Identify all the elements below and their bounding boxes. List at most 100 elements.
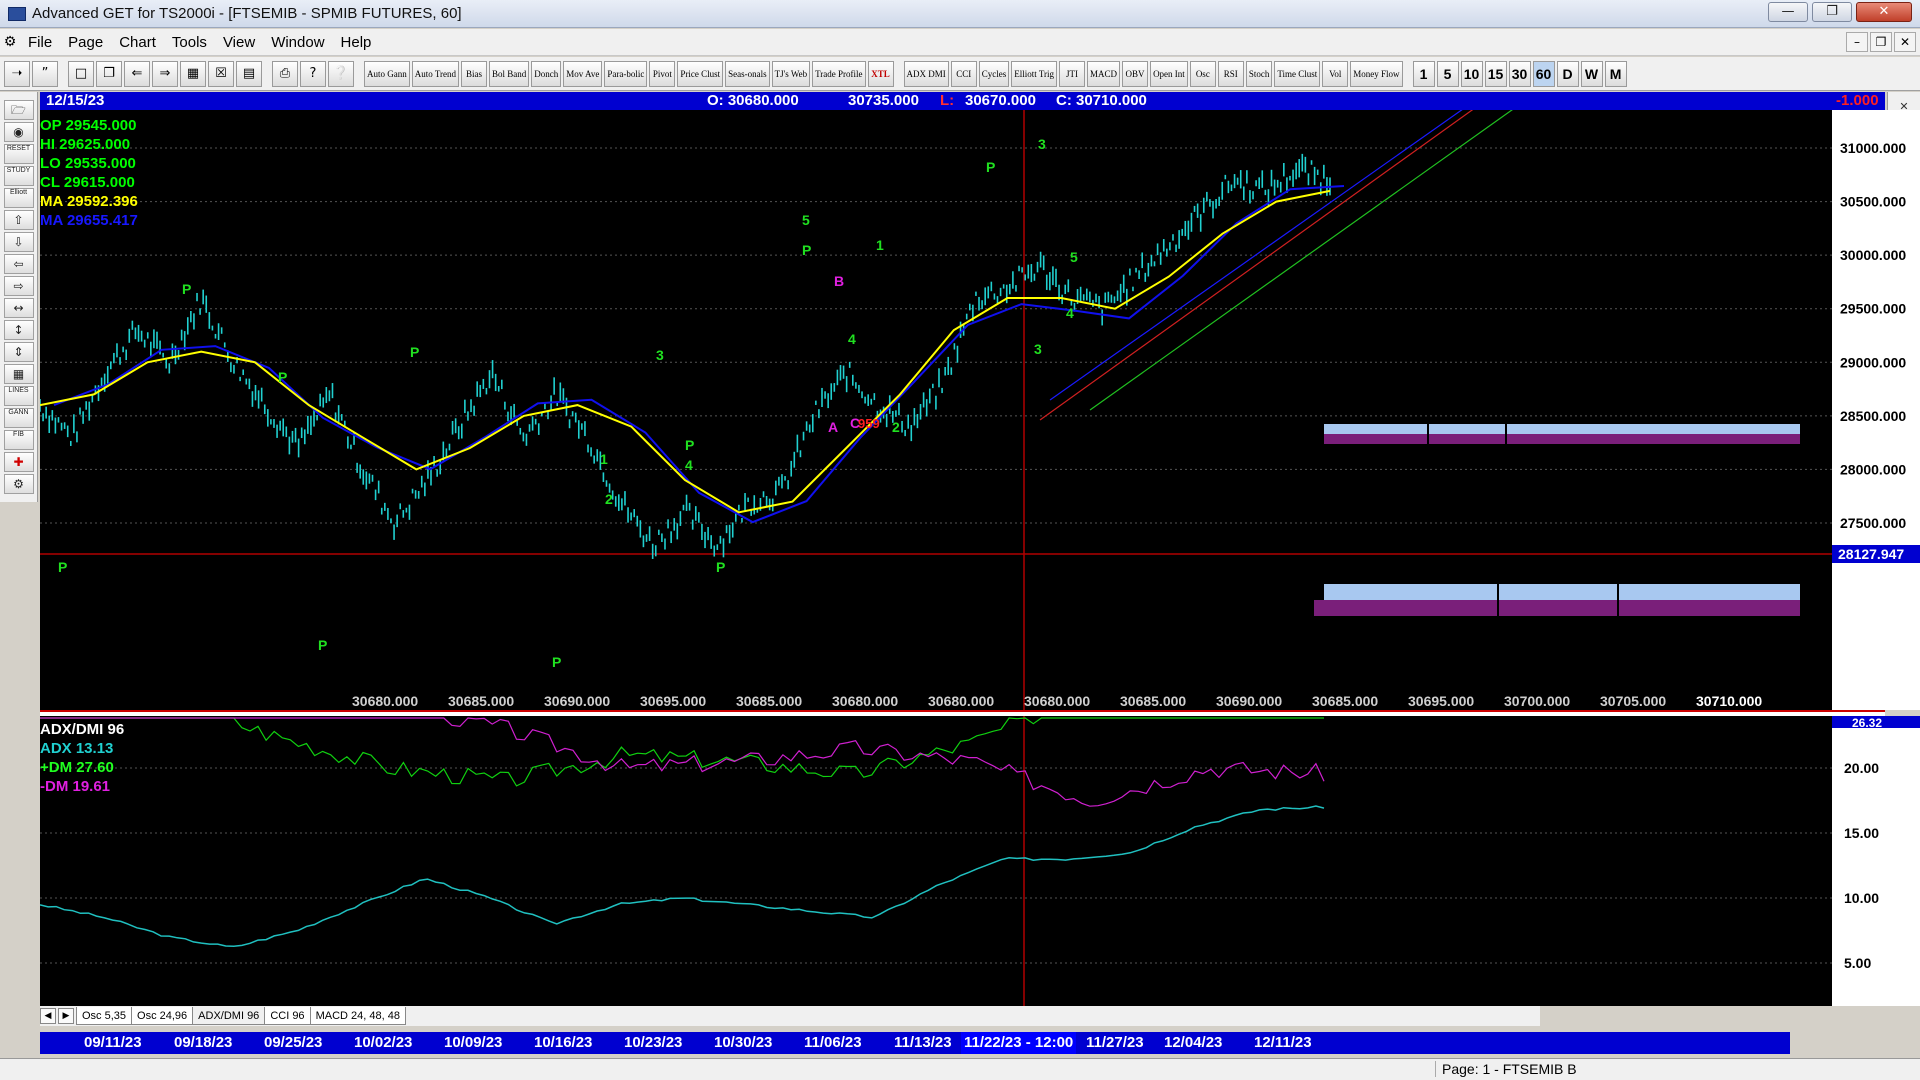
tab-cci-96[interactable]: CCI 96 bbox=[264, 1007, 311, 1025]
price-chart-pane[interactable]: P P P P P P P 1 2 3 P 4 3 5 P A B C 4 1 2 P 3 5 4 959 30680.000 30… bbox=[40, 110, 1920, 710]
compress-horizontal-icon[interactable]: ↕ bbox=[3, 320, 34, 340]
open-folder-icon[interactable]: 🗁 bbox=[3, 100, 34, 120]
period-10-button[interactable]: 10 bbox=[1460, 60, 1483, 87]
period-60-button[interactable]: 60 bbox=[1532, 60, 1555, 87]
fib-button[interactable]: FIB bbox=[3, 430, 34, 450]
price-chart-svg[interactable]: PPPPPPP123P435PABC412P354959 30680.000 30… bbox=[40, 110, 1885, 710]
readout-adx: ADX 13.13 bbox=[40, 740, 114, 757]
study-adx-dmi-button[interactable]: ADX DMI bbox=[903, 60, 949, 87]
study-price-clust-button[interactable]: Price Clust bbox=[677, 60, 724, 87]
indicator-pane[interactable]: ADX/DMI 96 ADX 13.13 +DM 27.60 -DM 19.61… bbox=[40, 716, 1920, 1006]
scroll-left-icon[interactable]: ⇐ bbox=[124, 60, 150, 87]
copy-chart-icon[interactable]: ❐ bbox=[96, 60, 122, 87]
settings-icon[interactable]: ⚙ bbox=[3, 474, 34, 494]
menu-view[interactable]: View bbox=[215, 34, 263, 51]
menu-help[interactable]: Help bbox=[333, 34, 380, 51]
tab-scroll-right-icon[interactable]: ▶ bbox=[58, 1008, 74, 1024]
study-vol-button[interactable]: Vol bbox=[1322, 60, 1349, 87]
study-osc-button[interactable]: Osc bbox=[1189, 60, 1216, 87]
study-tjs-web-button[interactable]: TJ's Web bbox=[771, 60, 811, 87]
elliott-button[interactable]: Elliott bbox=[3, 188, 34, 208]
close-button[interactable]: ✕ bbox=[1856, 2, 1912, 22]
elliott-wave-labels: PPPPPPP123P435PABC412P354959 bbox=[58, 136, 1078, 670]
gann-button[interactable]: GANN bbox=[3, 408, 34, 428]
binoculars-icon[interactable]: ◉ bbox=[3, 122, 34, 142]
study-cci-button[interactable]: CCI bbox=[950, 60, 977, 87]
layout-icon[interactable]: ▤ bbox=[236, 60, 262, 87]
tab-adx-dmi-96[interactable]: ADX/DMI 96 bbox=[192, 1007, 266, 1025]
period-15-button[interactable]: 15 bbox=[1484, 60, 1507, 87]
period-weekly-button[interactable]: W bbox=[1580, 60, 1603, 87]
study-seasonals-button[interactable]: Seas-onals bbox=[725, 60, 770, 87]
study-jti-button[interactable]: JTI bbox=[1059, 60, 1086, 87]
study-parabolic-button[interactable]: Para-bolic bbox=[604, 60, 648, 87]
expand-horizontal-icon[interactable]: ↔ bbox=[3, 298, 34, 318]
arrow-down-icon[interactable]: ⇩ bbox=[3, 232, 34, 252]
minimize-button[interactable]: — bbox=[1768, 2, 1808, 22]
mdi-restore-button[interactable]: ❐ bbox=[1870, 32, 1892, 52]
tab-osc-24-96[interactable]: Osc 24,96 bbox=[131, 1007, 194, 1025]
quote-icon[interactable]: ” bbox=[32, 60, 58, 87]
restore-button[interactable]: ❐ bbox=[1812, 2, 1852, 22]
mdi-close-button[interactable]: ✕ bbox=[1894, 32, 1916, 52]
study-donch-button[interactable]: Donch bbox=[531, 60, 562, 87]
study-bol-band-button[interactable]: Bol Band bbox=[489, 60, 530, 87]
menu-chart[interactable]: Chart bbox=[111, 34, 164, 51]
study-cycles-button[interactable]: Cycles bbox=[978, 60, 1010, 87]
period-daily-button[interactable]: D bbox=[1556, 60, 1579, 87]
chart-header-bar: 12/15/23 O: 30680.000 30735.000 L: 30670… bbox=[40, 92, 1885, 110]
date-label: 12/11/23 bbox=[1254, 1034, 1312, 1051]
delete-icon[interactable]: ☒ bbox=[208, 60, 234, 87]
tab-macd[interactable]: MACD 24, 48, 48 bbox=[309, 1007, 406, 1025]
study-open-int-button[interactable]: Open Int bbox=[1150, 60, 1188, 87]
study-trade-profile-button[interactable]: Trade Profile bbox=[812, 60, 866, 87]
study-pivot-button[interactable]: Pivot bbox=[649, 60, 676, 87]
pin-tool-icon[interactable]: ➝ bbox=[4, 60, 30, 87]
arrow-left-icon[interactable]: ⇦ bbox=[3, 254, 34, 274]
arrow-right-icon[interactable]: ⇨ bbox=[3, 276, 34, 296]
menu-window[interactable]: Window bbox=[263, 34, 332, 51]
study-time-clust-button[interactable]: Time Clust bbox=[1274, 60, 1321, 87]
arrow-up-icon[interactable]: ⇧ bbox=[3, 210, 34, 230]
study-mov-ave-button[interactable]: Mov Ave bbox=[563, 60, 603, 87]
new-page-icon[interactable]: □ bbox=[68, 60, 94, 87]
grid-toggle-icon[interactable]: ▦ bbox=[3, 364, 34, 384]
expand-vertical-icon[interactable]: ⇕ bbox=[3, 342, 34, 362]
period-monthly-button[interactable]: M bbox=[1604, 60, 1627, 87]
study-auto-trend-button[interactable]: Auto Trend bbox=[411, 60, 460, 87]
pin-icon[interactable]: ⚙ bbox=[0, 34, 20, 50]
date-label: 11/13/23 bbox=[894, 1034, 952, 1051]
print-icon[interactable]: ⎙ bbox=[272, 60, 298, 87]
study-obv-button[interactable]: OBV bbox=[1122, 60, 1149, 87]
menu-file[interactable]: File bbox=[20, 34, 60, 51]
study-auto-gann-button[interactable]: Auto Gann bbox=[364, 60, 410, 87]
study-bias-button[interactable]: Bias bbox=[461, 60, 488, 87]
tab-osc-5-35[interactable]: Osc 5,35 bbox=[76, 1007, 133, 1025]
study-rsi-button[interactable]: RSI bbox=[1217, 60, 1244, 87]
lines-button[interactable]: LINES bbox=[3, 386, 34, 406]
period-5-button[interactable]: 5 bbox=[1436, 60, 1459, 87]
elliott-wave-label: 4 bbox=[848, 331, 856, 347]
study-elliott-trig-button[interactable]: Elliott Trig bbox=[1011, 60, 1058, 87]
scroll-right-icon[interactable]: ⇒ bbox=[152, 60, 178, 87]
mdi-minimize-button[interactable]: – bbox=[1846, 32, 1868, 52]
price-axis[interactable]: 31000.000 30500.000 30000.000 29500.000 2900… bbox=[1832, 110, 1920, 710]
grid-icon[interactable]: ▦ bbox=[180, 60, 206, 87]
elliott-wave-label: 3 bbox=[1038, 136, 1046, 152]
study-money-flow-button[interactable]: Money Flow bbox=[1350, 60, 1403, 87]
period-30-button[interactable]: 30 bbox=[1508, 60, 1531, 87]
reset-button[interactable]: RESET bbox=[3, 144, 34, 164]
crosshair-icon[interactable]: ✚ bbox=[3, 452, 34, 472]
menu-tools[interactable]: Tools bbox=[164, 34, 215, 51]
study-macd-button[interactable]: MACD bbox=[1087, 60, 1121, 87]
cursor-price-label: 28127.947 bbox=[1838, 546, 1904, 562]
sr-zone-lower-bottom bbox=[1314, 600, 1800, 616]
study-xtl-button[interactable]: XTL bbox=[867, 60, 894, 87]
study-stoch-button[interactable]: Stoch bbox=[1245, 60, 1273, 87]
tab-scroll-left-icon[interactable]: ◀ bbox=[40, 1008, 56, 1024]
study-button[interactable]: STUDY bbox=[3, 166, 34, 186]
period-1-button[interactable]: 1 bbox=[1412, 60, 1435, 87]
context-help-icon[interactable]: ❔ bbox=[328, 60, 354, 87]
help-icon[interactable]: ? bbox=[300, 60, 326, 87]
menu-page[interactable]: Page bbox=[60, 34, 111, 51]
